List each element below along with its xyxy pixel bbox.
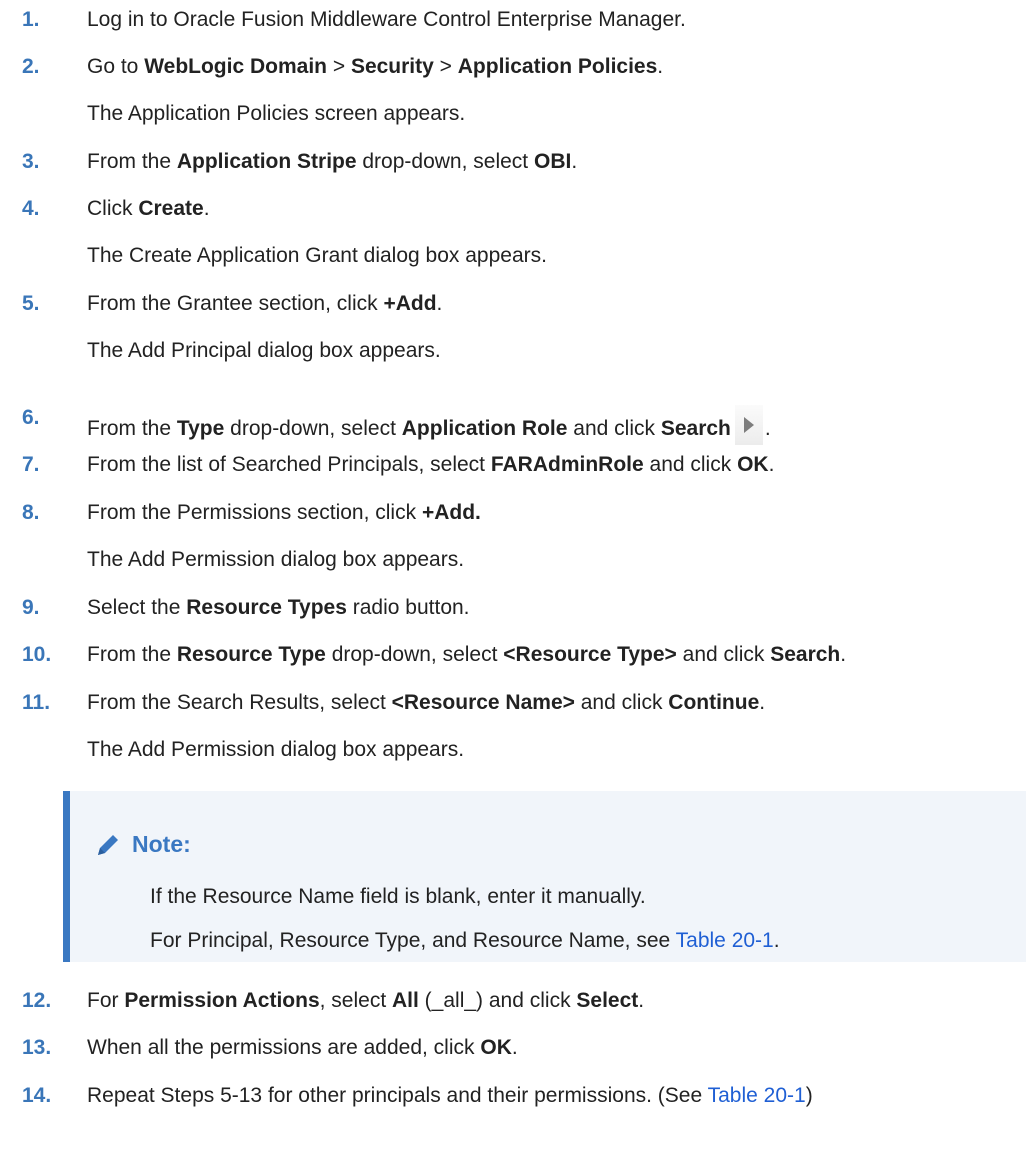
step-text: Click Create. bbox=[87, 197, 210, 220]
step-text: From the Application Stripe drop-down, s… bbox=[87, 150, 578, 173]
step-number: 10. bbox=[22, 643, 52, 666]
step-text: From the Type drop-down, select Applicat… bbox=[87, 405, 771, 445]
step-number: 5. bbox=[22, 292, 40, 315]
step-4-result: The Create Application Grant dialog box … bbox=[87, 244, 547, 267]
step-text: Go to WebLogic Domain > Security > Appli… bbox=[87, 55, 664, 78]
step-text: From the Search Results, select <Resourc… bbox=[87, 691, 766, 714]
step-text: Log in to Oracle Fusion Middleware Contr… bbox=[87, 8, 686, 31]
step-number: 7. bbox=[22, 453, 40, 476]
step-text: Repeat Steps 5-13 for other principals a… bbox=[87, 1084, 813, 1107]
step-text: From the Resource Type drop-down, select… bbox=[87, 643, 847, 666]
note-title: Note: bbox=[132, 831, 191, 857]
step-5-result: The Add Principal dialog box appears. bbox=[87, 339, 441, 362]
step-number: 14. bbox=[22, 1084, 52, 1107]
step-text: When all the permissions are added, clic… bbox=[87, 1036, 518, 1059]
play-triangle-icon bbox=[734, 405, 763, 445]
table-20-1-link[interactable]: Table 20-1 bbox=[708, 1084, 806, 1107]
step-11-result: The Add Permission dialog box appears. bbox=[87, 738, 465, 761]
note-line-2: For Principal, Resource Type, and Resour… bbox=[150, 929, 780, 952]
step-text: Select the Resource Types radio button. bbox=[87, 596, 470, 619]
note-line-1: If the Resource Name field is blank, ent… bbox=[150, 885, 646, 908]
step-number: 13. bbox=[22, 1036, 52, 1059]
procedure-page: 1. Log in to Oracle Fusion Middleware Co… bbox=[0, 0, 1026, 1173]
pencil-icon bbox=[98, 835, 118, 855]
step-2-result: The Application Policies screen appears. bbox=[87, 102, 466, 125]
step-number: 3. bbox=[22, 150, 40, 173]
step-number: 6. bbox=[22, 406, 40, 429]
step-number: 8. bbox=[22, 501, 40, 524]
step-number: 2. bbox=[22, 55, 40, 78]
step-text: From the list of Searched Principals, se… bbox=[87, 453, 775, 476]
step-number: 11. bbox=[22, 691, 51, 714]
step-text: For Permission Actions, select All (_all… bbox=[87, 989, 645, 1012]
note-callout: Note: If the Resource Name field is blan… bbox=[63, 791, 1026, 962]
step-8-result: The Add Permission dialog box appears. bbox=[87, 548, 465, 571]
step-number: 12. bbox=[22, 989, 52, 1012]
step-number: 9. bbox=[22, 596, 40, 619]
step-number: 1. bbox=[22, 8, 40, 31]
step-number: 4. bbox=[22, 197, 40, 220]
step-text: From the Grantee section, click +Add. bbox=[87, 292, 443, 315]
table-20-1-link[interactable]: Table 20-1 bbox=[676, 929, 774, 952]
step-text: From the Permissions section, click +Add… bbox=[87, 501, 481, 524]
